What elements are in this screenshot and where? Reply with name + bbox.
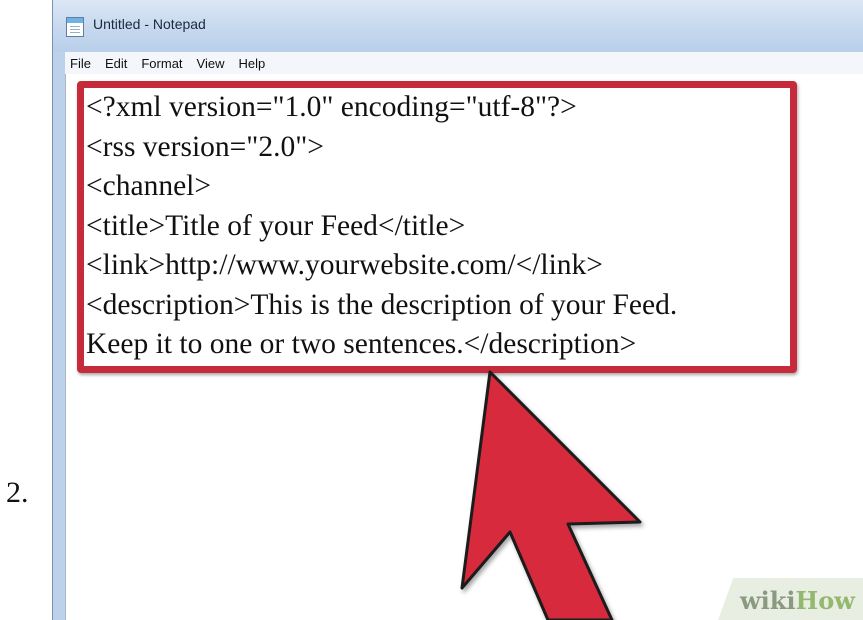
watermark-logo: wikiHow xyxy=(740,586,855,615)
watermark-how: How xyxy=(795,586,855,615)
pointer-arrow-icon xyxy=(460,370,642,620)
arrow-shape xyxy=(460,370,642,620)
page: 2. Untitled - Notepad File Edit Format V… xyxy=(0,0,863,620)
watermark-wiki: wiki xyxy=(740,586,796,615)
